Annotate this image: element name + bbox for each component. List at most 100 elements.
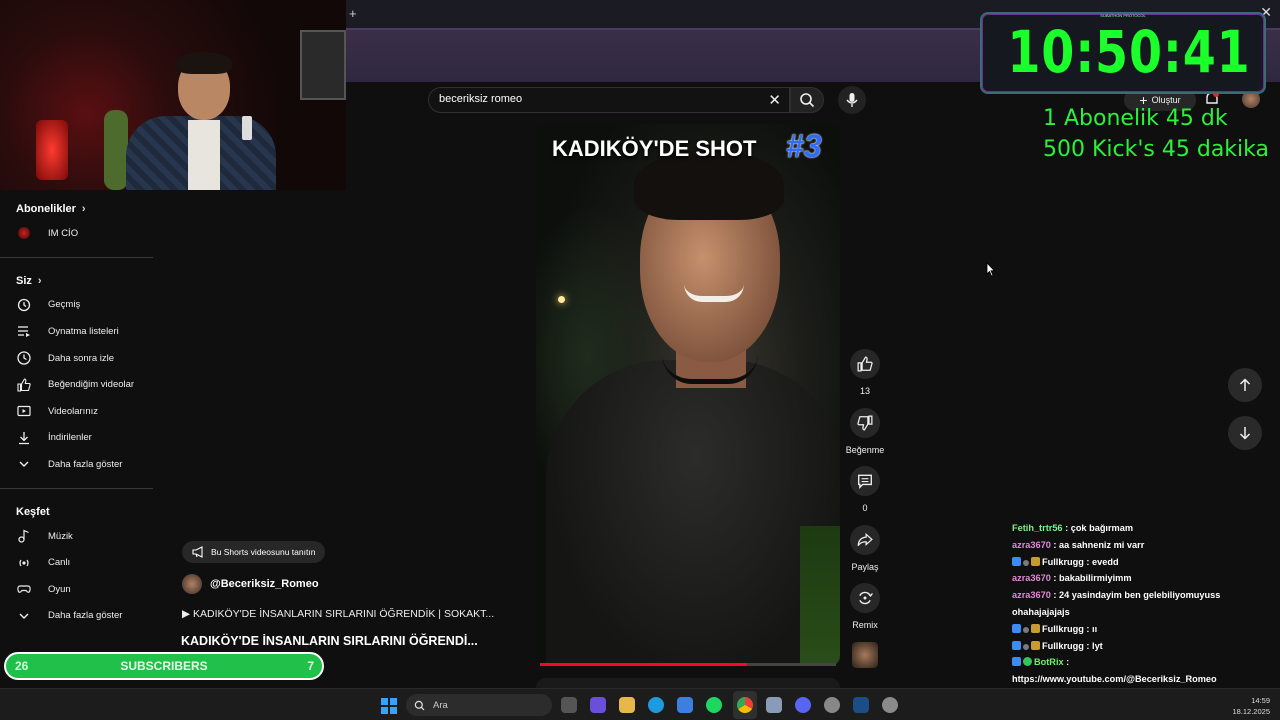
chat-username[interactable]: azra3670 [1012,573,1051,583]
channel-handle[interactable]: @Beceriksiz_Romeo [210,578,319,590]
search-box[interactable]: ✕ [428,87,790,113]
chat-text: : aa sahneniz mi varr [1050,539,1145,550]
drink-can [242,116,252,140]
chat-badge-icon [1012,657,1021,667]
clock-icon [16,350,32,366]
remix-action[interactable]: Remix [846,583,884,630]
store-icon[interactable] [677,697,693,713]
sidebar-item-watch-later[interactable]: Daha sonra izle [0,345,154,372]
comment-action[interactable]: 0 [846,466,884,513]
chat-message: https://www.youtube.com/@Beceriksiz_Rome… [1012,671,1274,688]
chat-username[interactable]: Fullkrugg [1042,624,1084,634]
remix-button[interactable] [850,583,880,613]
dislike-action[interactable]: Beğenme [846,408,884,455]
sidebar-item-playlists[interactable]: Oynatma listeleri [0,318,154,345]
dislike-button[interactable] [850,408,880,438]
app-icon[interactable] [766,697,782,713]
chat-username[interactable]: Fetih_trtr56 [1012,523,1063,533]
explore-header: Keşfet [0,501,154,523]
teams-icon[interactable] [590,697,606,713]
chat-username[interactable]: Fullkrugg [1042,641,1084,651]
new-tab-button[interactable]: + [349,6,357,21]
chevron-down-icon [16,608,32,624]
search-button[interactable] [790,87,824,113]
sidebar-item-label: IM CİO [48,227,79,239]
chat-text: ohahajajajajs [1012,606,1070,617]
share-label: Paylaş [851,562,879,572]
settings-icon[interactable] [882,697,898,713]
promote-short-button[interactable]: Bu Shorts videosunu tanıtın [182,541,326,563]
chat-username[interactable]: BotRix [1034,657,1064,667]
screen: + ✕ ✕ + Oluştur SUBATHON PROTOCOL 10:50:… [0,0,1280,720]
sidebar-item-show-more[interactable]: Daha fazla göster [0,451,154,478]
sidebar-item-label: Müzik [48,530,73,542]
chevron-down-icon [16,456,32,472]
chat-message: azra3670 : bakabilirmiyimm [1012,570,1274,587]
sidebar-item-your-videos[interactable]: Videolarınız [0,398,154,425]
chrome-icon[interactable] [737,697,753,713]
subscriber-goal-bar: 26 SUBSCRIBERS 7 [4,652,324,680]
webcam-feed [0,0,346,190]
chat-badge-icon [1031,640,1040,650]
share-button[interactable] [850,525,880,555]
previous-short-button[interactable] [1228,368,1262,402]
sidebar-item-show-more-explore[interactable]: Daha fazla göster [0,603,154,630]
sidebar-item-label: Canlı [48,557,71,569]
subscriptions-title: Abonelikler [16,203,76,215]
spotify-icon[interactable] [706,697,722,713]
file-explorer-icon[interactable] [619,697,635,713]
share-action[interactable]: Paylaş [846,525,884,572]
chat-text: https://www.youtube.com/@Beceriksiz_Rome… [1012,674,1217,685]
system-clock[interactable]: 14:59 18.12.2025 [1224,695,1270,717]
comment-button[interactable] [850,466,880,496]
arrow-up-icon [1239,378,1251,391]
chat-message: Fullkrugg : ıı [1012,621,1274,638]
sidebar-item-music[interactable]: Müzik [0,523,154,550]
megaphone-icon [192,546,203,558]
play-icon: ▶ [182,608,193,620]
channel-thumbnail[interactable] [852,642,878,668]
subscriptions-header[interactable]: Abonelikler › [0,198,154,220]
voice-search-button[interactable] [838,86,866,114]
shorts-video-player[interactable]: KADIKÖY'DE SHOT #3 [536,124,840,666]
discord-icon[interactable] [795,697,811,713]
chat-username[interactable]: Fullkrugg [1042,557,1084,567]
explore-title: Keşfet [16,505,50,518]
red-lamp [36,120,68,180]
sidebar-item-gaming[interactable]: Oyun [0,576,154,603]
thumbs-up-icon [16,377,32,393]
sidebar-item-live[interactable]: Canlı [0,549,154,576]
steam-icon[interactable] [853,697,869,713]
windows-start-icon[interactable] [381,698,397,714]
taskbar-search[interactable]: Ara [406,694,552,716]
plus-icon: + [1139,92,1148,108]
sidebar-item-downloads[interactable]: İndirilenler [0,425,154,452]
related-video-link[interactable]: ▶ KADIKÖY'DE İNSANLARIN SIRLARINI ÖĞREND… [182,608,494,620]
chat-username[interactable]: azra3670 [1012,540,1051,550]
task-view-icon[interactable] [561,697,577,713]
sidebar-item-liked-videos[interactable]: Beğendiğim videolar [0,371,154,398]
chat-badge-icon [1023,626,1029,633]
chat-username[interactable]: azra3670 [1012,590,1051,600]
clock-time: 14:59 [1251,696,1270,705]
like-action[interactable]: 13 [846,349,884,396]
search-input[interactable] [439,93,759,105]
short-channel[interactable]: @Beceriksiz_Romeo [182,574,319,594]
sidebar-item-label: Oyun [48,583,71,595]
taskbar: Ara 14:59 18.12.2025 [0,688,1280,720]
video-progress-bar[interactable] [540,663,836,666]
edge-icon[interactable] [648,697,664,713]
clock-date: 18.12.2025 [1232,707,1270,716]
like-button[interactable] [850,349,880,379]
download-icon [16,430,32,446]
music-icon [16,528,32,544]
obs-icon[interactable] [824,697,840,713]
channel-avatar[interactable] [182,574,202,594]
clear-search-icon[interactable]: ✕ [768,91,781,109]
you-title: Siz [16,274,32,287]
subscriber-label: SUBSCRIBERS [120,659,208,673]
sidebar-item-history[interactable]: Geçmiş [0,292,154,319]
sidebar-item-channel[interactable]: IM CİO [0,220,154,247]
next-short-button[interactable] [1228,416,1262,450]
you-header[interactable]: Siz › [0,270,154,292]
